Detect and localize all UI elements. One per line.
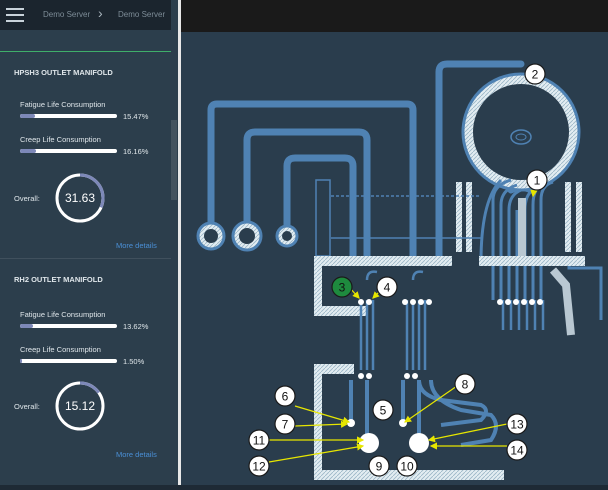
scrollbar-track[interactable] [171, 0, 178, 485]
marker-9[interactable]: 9 [368, 455, 390, 477]
manifold-diagram: 1 2 3 4 5 6 7 8 9 10 11 12 13 14 [181, 0, 608, 485]
marker-label: 10 [400, 460, 414, 474]
breadcrumb-item[interactable]: Demo Server [43, 10, 90, 19]
overall-gauge: 31.63 [54, 172, 106, 224]
marker-label: 12 [252, 460, 266, 474]
overall-value: 15.12 [64, 399, 96, 413]
marker-4[interactable]: 4 [376, 276, 398, 298]
progress-bar [20, 149, 117, 153]
metric-value: 15.47% [123, 112, 149, 121]
marker-label: 7 [282, 418, 289, 432]
more-details-link[interactable]: More details [116, 450, 157, 459]
pipe-schematic: 123 456789 1011121314 [196, 60, 603, 480]
marker-6[interactable]: 6 [274, 385, 296, 407]
marker-5[interactable]: 5 [372, 399, 394, 421]
metric-value: 13.62% [123, 322, 149, 331]
marker-label: 5 [380, 404, 387, 418]
progress-fill [20, 114, 35, 118]
marker-label: 3 [339, 281, 346, 295]
progress-fill [20, 324, 34, 328]
overall-label: Overall: [14, 402, 40, 411]
marker-8[interactable]: 8 [454, 373, 476, 395]
marker-7[interactable]: 7 [274, 413, 296, 435]
marker-label: 8 [462, 378, 469, 392]
marker-3[interactable]: 3 [331, 276, 353, 298]
marker-label: 4 [384, 281, 391, 295]
overall-label: Overall: [14, 194, 40, 203]
marker-1[interactable]: 1 [526, 169, 548, 191]
fan-pipes [479, 178, 603, 320]
marker-label: 14 [510, 444, 524, 458]
card-title: RH2 OUTLET MANIFOLD [14, 275, 103, 284]
metric-value: 1.50% [123, 357, 145, 366]
marker-label: 13 [510, 418, 524, 432]
overall-gauge: 15.12 [54, 380, 106, 432]
more-details-link[interactable]: More details [116, 241, 157, 250]
metric-value: 16.16% [123, 147, 149, 156]
progress-fill [20, 149, 36, 153]
manifold-card: RH2 OUTLET MANIFOLD Fatigue Life Consump… [0, 258, 171, 469]
progress-bar [20, 359, 117, 363]
metric-label: Creep Life Consumption [20, 345, 101, 354]
tube-nodes [358, 299, 543, 379]
marker-label: 11 [253, 434, 266, 448]
pipe-rings [196, 220, 299, 252]
overall-value: 31.63 [64, 191, 96, 205]
progress-bar [20, 114, 117, 118]
breadcrumb-item[interactable]: Demo Server [118, 10, 165, 19]
marker-label: 6 [282, 390, 289, 404]
marker-14[interactable]: 14 [506, 439, 528, 461]
marker-11[interactable]: 11 [248, 429, 270, 451]
scrollbar-thumb[interactable] [171, 120, 177, 200]
menu-icon[interactable] [6, 8, 24, 22]
metric-label: Creep Life Consumption [20, 135, 101, 144]
marker-13[interactable]: 13 [506, 413, 528, 435]
marker-label: 9 [376, 460, 383, 474]
top-bar: Demo Server › Demo Server [0, 0, 171, 30]
marker-12[interactable]: 12 [248, 455, 270, 477]
header-drum [461, 72, 581, 192]
marker-label: 2 [532, 68, 539, 82]
marker-10[interactable]: 10 [396, 455, 418, 477]
chevron-right-icon: › [98, 5, 103, 21]
metric-label: Fatigue Life Consumption [20, 100, 106, 109]
card-title: HPSH3 OUTLET MANIFOLD [14, 68, 113, 77]
marker-2[interactable]: 2 [524, 63, 546, 85]
diagram-header [181, 0, 608, 32]
manifold-card: HPSH3 OUTLET MANIFOLD Fatigue Life Consu… [0, 51, 171, 258]
manifold-plate [314, 256, 585, 336]
progress-bar [20, 324, 117, 328]
progress-fill [20, 359, 22, 363]
metric-label: Fatigue Life Consumption [20, 310, 106, 319]
marker-label: 1 [534, 174, 541, 188]
